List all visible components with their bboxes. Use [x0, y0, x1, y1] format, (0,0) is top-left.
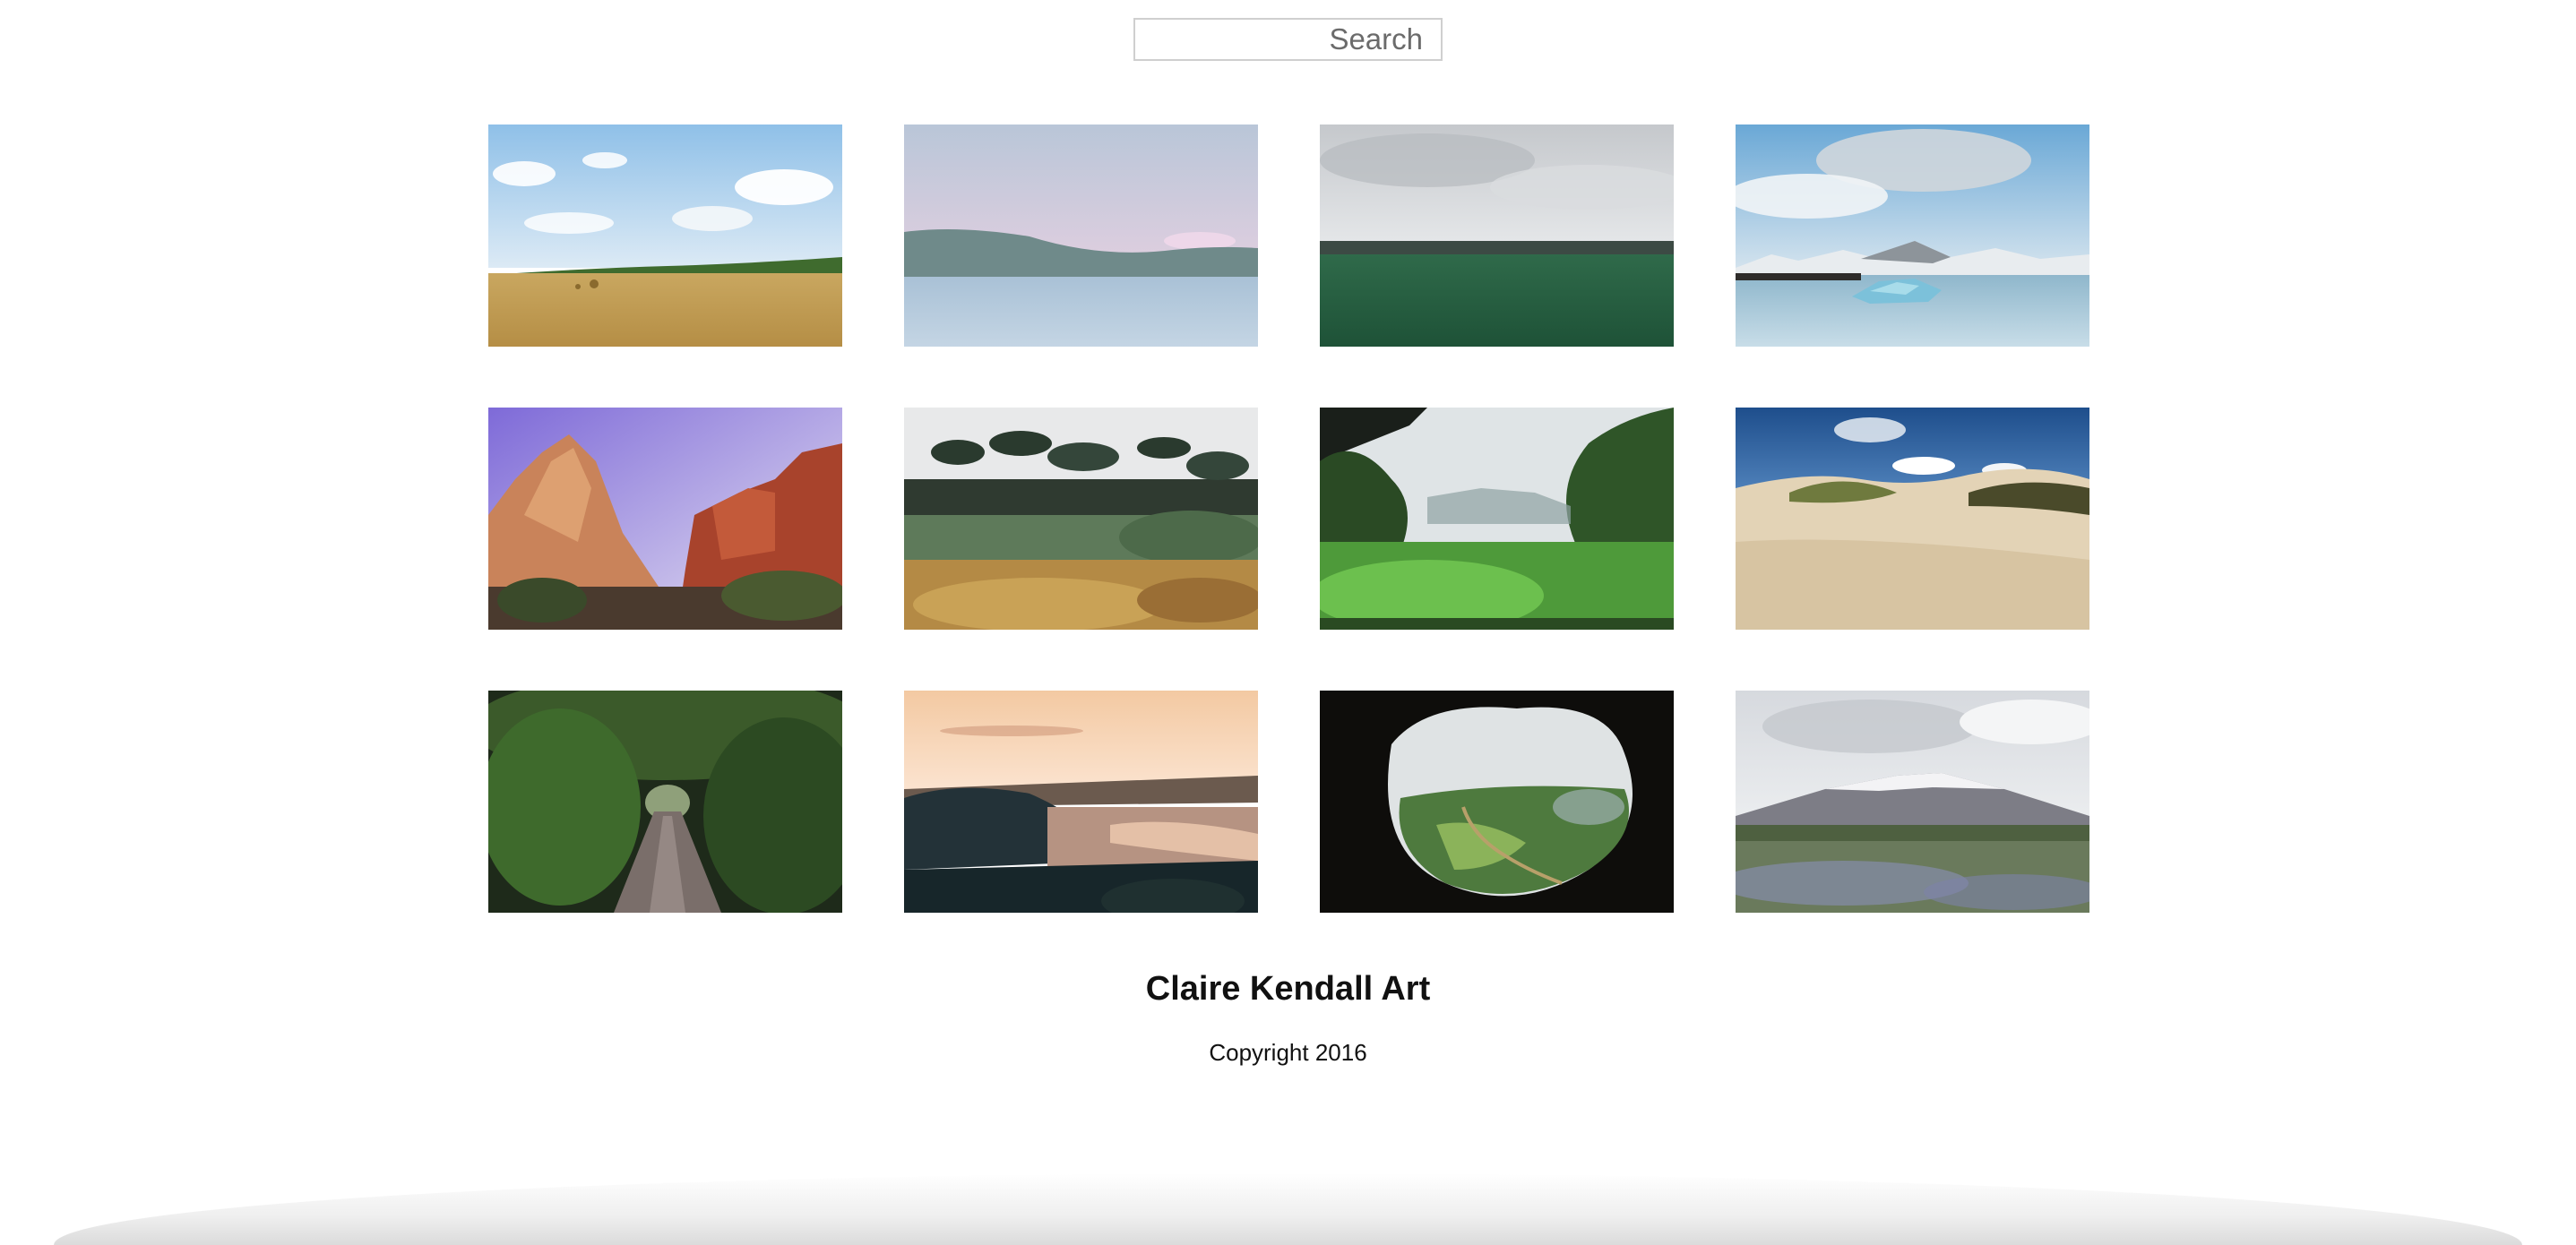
gallery-photo-green-field[interactable] — [1320, 124, 1674, 347]
gallery-photo-red-canyon[interactable] — [488, 408, 842, 630]
hay-field-image — [488, 124, 842, 347]
green-valley-image — [1320, 408, 1674, 630]
page-bottom-shadow — [54, 1173, 2522, 1245]
cave-view-image — [1320, 691, 1674, 913]
iceberg-lagoon-image — [1736, 124, 2089, 347]
tree-tunnel-image — [488, 691, 842, 913]
gallery-photo-cave-view[interactable] — [1320, 691, 1674, 913]
lupine-field-image — [1736, 691, 2089, 913]
gallery-photo-hay-field[interactable] — [488, 124, 842, 347]
photo-gallery — [488, 124, 2089, 913]
gallery-photo-sand-dunes[interactable] — [1736, 408, 2089, 630]
gallery-photo-pastel-lake[interactable] — [904, 124, 1258, 347]
search-input[interactable] — [1133, 18, 1443, 61]
gallery-photo-tree-tunnel[interactable] — [488, 691, 842, 913]
search-bar — [1133, 18, 1443, 61]
red-canyon-image — [488, 408, 842, 630]
gallery-photo-autumn-meadow[interactable] — [904, 408, 1258, 630]
sand-dunes-image — [1736, 408, 2089, 630]
gallery-photo-sunset-coast[interactable] — [904, 691, 1258, 913]
sunset-coast-image — [904, 691, 1258, 913]
footer-copyright: Copyright 2016 — [1209, 1039, 1367, 1066]
gallery-photo-iceberg-lagoon[interactable] — [1736, 124, 2089, 347]
green-field-image — [1320, 124, 1674, 347]
gallery-photo-lupine-field[interactable] — [1736, 691, 2089, 913]
gallery-photo-green-valley[interactable] — [1320, 408, 1674, 630]
pastel-lake-image — [904, 124, 1258, 347]
footer-title: Claire Kendall Art — [1145, 970, 1431, 1008]
autumn-meadow-image — [904, 408, 1258, 630]
